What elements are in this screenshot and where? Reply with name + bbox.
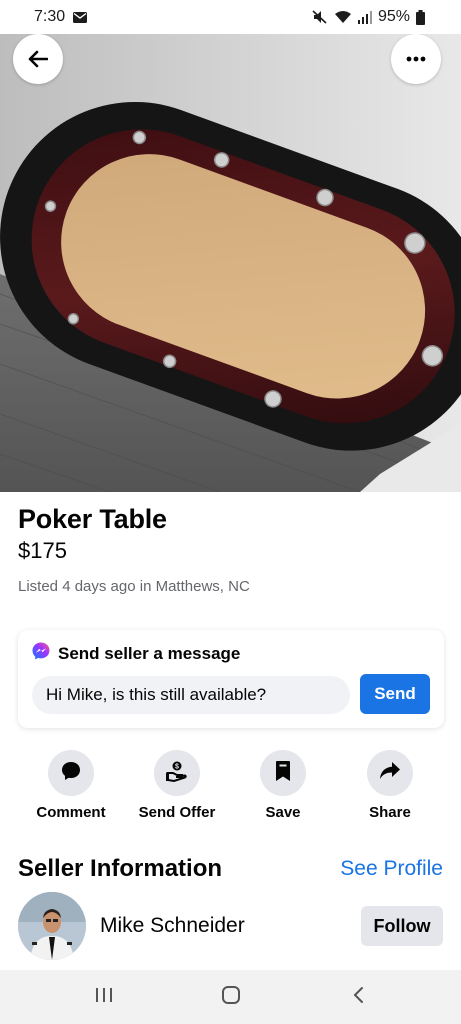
listing-meta: Listed 4 days ago in Matthews, NC xyxy=(18,578,250,595)
home-button[interactable] xyxy=(201,977,261,1017)
send-offer-label: Send Offer xyxy=(138,804,216,821)
share-button[interactable]: Share xyxy=(340,750,440,821)
bookmark-icon xyxy=(275,760,291,787)
mute-icon xyxy=(312,10,328,24)
back-button[interactable] xyxy=(13,34,63,84)
comment-button[interactable]: Comment xyxy=(21,750,121,821)
recent-apps-button[interactable] xyxy=(74,977,134,1017)
comment-icon-circle xyxy=(48,750,94,796)
mail-icon xyxy=(73,11,88,23)
see-profile-link[interactable]: See Profile xyxy=(340,857,443,881)
recent-apps-icon xyxy=(95,987,113,1008)
status-bar: 7:30 95% xyxy=(0,0,461,34)
send-offer-button[interactable]: $ Send Offer xyxy=(127,750,227,821)
listing-title: Poker Table xyxy=(18,504,167,534)
status-time: 7:30 xyxy=(34,8,66,25)
more-dots-icon xyxy=(406,56,426,62)
share-icon xyxy=(379,761,401,786)
seller-info-heading: Seller Information xyxy=(18,855,223,882)
send-button[interactable]: Send xyxy=(360,674,430,714)
seller-name[interactable]: Mike Schneider xyxy=(100,914,245,938)
listing-price: $175 xyxy=(18,538,67,563)
status-left: 7:30 xyxy=(34,8,88,26)
status-right: 95% xyxy=(312,8,425,26)
share-icon-circle xyxy=(367,750,413,796)
messenger-icon xyxy=(32,642,50,665)
battery-percent: 95% xyxy=(377,8,410,25)
back-arrow-icon xyxy=(28,50,48,68)
share-label: Share xyxy=(369,804,411,821)
save-icon-circle xyxy=(260,750,306,796)
wifi-icon xyxy=(334,10,352,24)
message-header: Send seller a message xyxy=(32,642,240,665)
action-bar: Comment $ Send Offer Save Share xyxy=(18,750,444,824)
back-chevron-icon xyxy=(352,986,364,1009)
comment-icon xyxy=(60,760,82,787)
message-input[interactable]: Hi Mike, is this still available? xyxy=(32,676,350,714)
send-offer-icon-circle: $ xyxy=(154,750,200,796)
battery-icon xyxy=(416,9,425,25)
back-nav-button[interactable] xyxy=(328,977,388,1017)
signal-icon xyxy=(357,10,372,24)
home-icon xyxy=(221,985,241,1010)
save-button[interactable]: Save xyxy=(233,750,333,821)
system-nav-bar xyxy=(0,970,461,1024)
message-seller-card: Send seller a message Hi Mike, is this s… xyxy=(18,630,444,728)
poker-table-image xyxy=(0,34,461,492)
message-heading: Send seller a message xyxy=(58,643,241,663)
listing-photo[interactable] xyxy=(0,34,461,492)
comment-label: Comment xyxy=(36,804,106,821)
svg-text:$: $ xyxy=(175,763,179,770)
seller-avatar[interactable] xyxy=(18,892,86,960)
send-offer-icon: $ xyxy=(165,760,189,787)
follow-button[interactable]: Follow xyxy=(361,906,443,946)
more-options-button[interactable] xyxy=(391,34,441,84)
save-label: Save xyxy=(265,804,301,821)
